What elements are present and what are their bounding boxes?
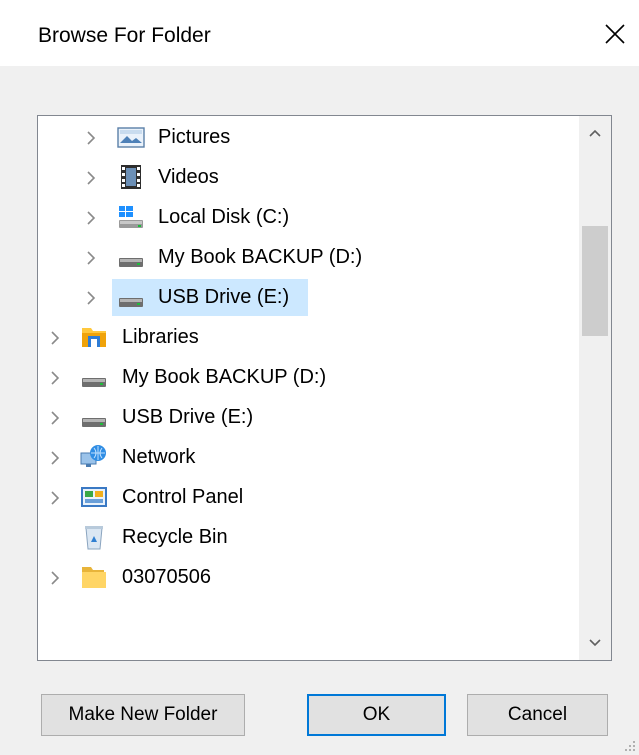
tree-item[interactable]: Libraries	[38, 317, 580, 357]
folder-tree[interactable]: Pictures Videos Local Disk (C:) My Book BAC…	[37, 115, 612, 661]
drive-icon	[116, 283, 146, 311]
tree-item-label: Videos	[158, 166, 219, 188]
vertical-scrollbar[interactable]	[579, 116, 611, 660]
tree-item[interactable]: Control Panel	[38, 477, 580, 517]
drive-icon	[79, 403, 109, 431]
scroll-down-button[interactable]	[579, 626, 611, 660]
recycle-bin-icon	[79, 523, 109, 551]
tree-item[interactable]: Videos	[38, 157, 580, 197]
cancel-button[interactable]: Cancel	[467, 694, 608, 736]
chevron-down-icon	[589, 639, 601, 647]
control-panel-icon	[79, 483, 109, 511]
tree-item[interactable]: Pictures	[38, 117, 580, 157]
chevron-right-icon[interactable]	[49, 369, 61, 385]
tree-item-label: Recycle Bin	[122, 526, 228, 548]
tree-item[interactable]: Recycle Bin	[38, 517, 580, 557]
close-button[interactable]	[595, 14, 635, 54]
drive-icon	[79, 363, 109, 391]
drive-icon	[116, 243, 146, 271]
chevron-right-icon[interactable]	[85, 209, 97, 225]
tree-item[interactable]: 03070506	[38, 557, 580, 597]
chevron-right-icon[interactable]	[49, 329, 61, 345]
tree-items: Pictures Videos Local Disk (C:) My Book BAC…	[38, 116, 580, 660]
tree-item[interactable]: USB Drive (E:)	[38, 397, 580, 437]
tree-item-label: Libraries	[122, 326, 199, 348]
chevron-right-icon[interactable]	[85, 129, 97, 145]
resize-grip-icon[interactable]	[623, 739, 637, 753]
tree-item-label: Network	[122, 446, 196, 468]
chevron-right-icon[interactable]	[85, 289, 97, 305]
tree-item[interactable]: My Book BACKUP (D:)	[38, 237, 580, 277]
tree-item-label: Pictures	[158, 126, 231, 148]
tree-item-label: Local Disk (C:)	[158, 206, 290, 228]
tree-item-label: 03070506	[122, 566, 211, 588]
chevron-right-icon[interactable]	[85, 169, 97, 185]
network-icon	[79, 443, 109, 471]
scroll-up-button[interactable]	[579, 116, 611, 150]
scroll-thumb[interactable]	[582, 226, 608, 336]
chevron-right-icon[interactable]	[49, 449, 61, 465]
tree-item[interactable]: My Book BACKUP (D:)	[38, 357, 580, 397]
tree-item-label: My Book BACKUP (D:)	[122, 366, 327, 388]
tree-item[interactable]: Network	[38, 437, 580, 477]
chevron-right-icon[interactable]	[49, 409, 61, 425]
videos-icon	[116, 163, 146, 191]
windows-drive-icon	[116, 203, 146, 231]
chevron-right-icon[interactable]	[49, 489, 61, 505]
tree-item[interactable]: Local Disk (C:)	[38, 197, 580, 237]
chevron-right-icon[interactable]	[85, 249, 97, 265]
title-bar: Browse For Folder	[0, 0, 639, 66]
pictures-icon	[116, 123, 146, 151]
folder-icon	[79, 563, 109, 591]
tree-item-label: USB Drive (E:)	[122, 406, 254, 428]
chevron-right-icon[interactable]	[49, 569, 61, 585]
make-new-folder-button[interactable]: Make New Folder	[41, 694, 245, 736]
chevron-up-icon	[589, 129, 601, 137]
libraries-icon	[79, 323, 109, 351]
tree-item-label: USB Drive (E:)	[158, 286, 290, 308]
dialog-title: Browse For Folder	[38, 24, 211, 47]
close-icon	[605, 24, 625, 44]
tree-item-label: My Book BACKUP (D:)	[158, 246, 363, 268]
tree-item-label: Control Panel	[122, 486, 244, 508]
ok-button[interactable]: OK	[307, 694, 446, 736]
tree-item[interactable]: USB Drive (E:)	[38, 277, 580, 317]
